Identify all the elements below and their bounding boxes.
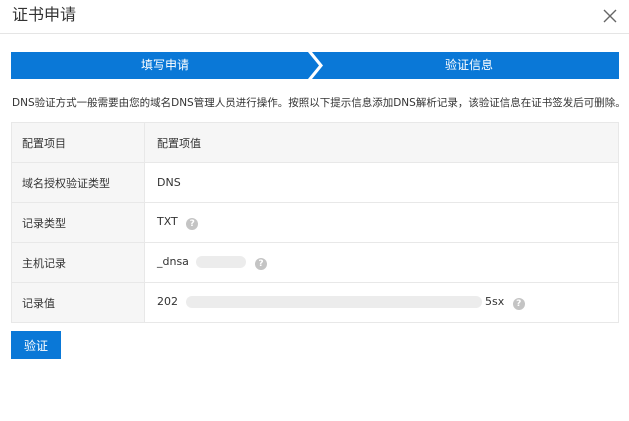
row-key: 域名授权验证类型 [11, 162, 145, 203]
header-config-value: 配置项值 [144, 122, 619, 163]
table-row: 主机记录 _dnsa ? [11, 242, 619, 283]
table-row: 记录类型 TXT ? [11, 202, 619, 243]
step-verify-info: 验证信息 [444, 58, 493, 72]
row-value: _dnsa ? [144, 242, 619, 283]
value-text: TXT [157, 215, 178, 228]
help-icon[interactable]: ? [186, 218, 199, 230]
row-value: TXT ? [144, 202, 619, 243]
dns-hint-text: DNS验证方式一般需要由您的域名DNS管理人员进行操作。按照以下提示信息添加DN… [12, 97, 626, 109]
certificate-dialog: 证书申请 填写申请 验证信息 DNS验证方式一般需要由您的域名DNS管理人员进行… [0, 0, 629, 421]
row-value: 202 5sx ? [144, 282, 619, 323]
table-header-row: 配置项目 配置项值 [11, 122, 619, 163]
help-icon[interactable]: ? [512, 298, 525, 310]
row-key: 记录类型 [11, 202, 145, 243]
close-icon[interactable] [600, 6, 620, 26]
table-row: 记录值 202 5sx ? [11, 282, 619, 323]
value-text: DNS [157, 176, 181, 189]
row-value: DNS [144, 162, 619, 203]
step-progress: 填写申请 验证信息 [11, 52, 619, 79]
dialog-header: 证书申请 [0, 0, 629, 34]
config-table: 配置项目 配置项值 域名授权验证类型 DNS 记录类型 TXT ? 主机记录 _… [11, 122, 619, 323]
value-text-prefix: 202 [157, 295, 178, 308]
value-text: _dnsa [157, 255, 189, 268]
row-key: 记录值 [11, 282, 145, 323]
verify-button[interactable]: 验证 [11, 331, 61, 359]
step-fill-application: 填写申请 [140, 58, 189, 72]
dialog-title: 证书申请 [12, 5, 77, 24]
table-row: 域名授权验证类型 DNS [11, 162, 619, 203]
redacted-blur [196, 256, 247, 268]
redacted-blur [185, 296, 482, 308]
help-icon[interactable]: ? [254, 258, 267, 270]
value-text-suffix: 5sx [485, 295, 505, 308]
header-config-item: 配置项目 [11, 122, 145, 163]
row-key: 主机记录 [11, 242, 145, 283]
